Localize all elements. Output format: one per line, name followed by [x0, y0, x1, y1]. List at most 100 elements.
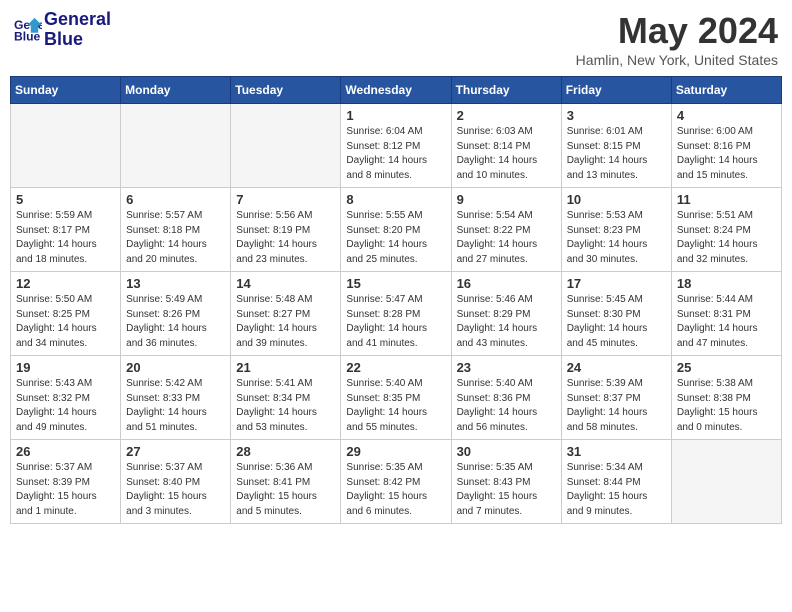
- day-number: 27: [126, 444, 225, 459]
- calendar-cell: 9 Sunrise: 5:54 AM Sunset: 8:22 PM Daylig…: [451, 188, 561, 272]
- calendar-cell: 28 Sunrise: 5:36 AM Sunset: 8:41 PM Dayli…: [231, 440, 341, 524]
- day-number: 4: [677, 108, 776, 123]
- column-header-tuesday: Tuesday: [231, 77, 341, 104]
- calendar-cell: 20Sunrise: 5:42 AM Sunset: 8:33 PM Dayli…: [121, 356, 231, 440]
- calendar-week-2: 5 Sunrise: 5:59 AM Sunset: 8:17 PM Daylig…: [11, 188, 782, 272]
- day-info: Sunrise: 6:01 AM Sunset: 8:15 PM Dayligh…: [567, 125, 666, 183]
- calendar-cell: 8 Sunrise: 5:55 AM Sunset: 8:20 PM Daylig…: [341, 188, 451, 272]
- day-info: Sunrise: 5:35 AM Sunset: 8:43 PM Dayligh…: [457, 461, 556, 519]
- day-info: Sunrise: 5:40 AM Sunset: 8:36 PM Dayligh…: [457, 377, 556, 435]
- calendar-cell: [231, 104, 341, 188]
- calendar-cell: 21 Sunrise: 5:41 AM Sunset: 8:34 PM Dayli…: [231, 356, 341, 440]
- day-info: Sunrise: 5:42 AM Sunset: 8:33 PM Dayligh…: [126, 377, 225, 435]
- day-info: Sunrise: 5:50 AM Sunset: 8:25 PM Dayligh…: [16, 293, 115, 351]
- calendar-cell: 16 Sunrise: 5:46 AM Sunset: 8:29 PM Dayli…: [451, 272, 561, 356]
- day-number: 29: [346, 444, 445, 459]
- logo: General Blue General Blue: [14, 10, 111, 50]
- calendar-cell: 1 Sunrise: 6:04 AM Sunset: 8:12 PM Daylig…: [341, 104, 451, 188]
- logo-text: General Blue: [44, 10, 111, 50]
- calendar-cell: 4 Sunrise: 6:00 AM Sunset: 8:16 PM Daylig…: [671, 104, 781, 188]
- day-number: 7: [236, 192, 335, 207]
- day-info: Sunrise: 5:39 AM Sunset: 8:37 PM Dayligh…: [567, 377, 666, 435]
- calendar-cell: 10Sunrise: 5:53 AM Sunset: 8:23 PM Dayli…: [561, 188, 671, 272]
- day-number: 9: [457, 192, 556, 207]
- day-info: Sunrise: 5:46 AM Sunset: 8:29 PM Dayligh…: [457, 293, 556, 351]
- day-info: Sunrise: 5:44 AM Sunset: 8:31 PM Dayligh…: [677, 293, 776, 351]
- calendar-cell: 30 Sunrise: 5:35 AM Sunset: 8:43 PM Dayli…: [451, 440, 561, 524]
- title-area: May 2024 Hamlin, New York, United States: [576, 10, 778, 68]
- day-number: 17: [567, 276, 666, 291]
- calendar-cell: 25Sunrise: 5:38 AM Sunset: 8:38 PM Dayli…: [671, 356, 781, 440]
- calendar-cell: [121, 104, 231, 188]
- month-title: May 2024: [576, 10, 778, 52]
- day-info: Sunrise: 6:00 AM Sunset: 8:16 PM Dayligh…: [677, 125, 776, 183]
- day-info: Sunrise: 5:34 AM Sunset: 8:44 PM Dayligh…: [567, 461, 666, 519]
- calendar-cell: 29 Sunrise: 5:35 AM Sunset: 8:42 PM Dayli…: [341, 440, 451, 524]
- calendar-cell: 7 Sunrise: 5:56 AM Sunset: 8:19 PM Daylig…: [231, 188, 341, 272]
- day-number: 19: [16, 360, 115, 375]
- calendar-cell: 14Sunrise: 5:48 AM Sunset: 8:27 PM Dayli…: [231, 272, 341, 356]
- day-number: 16: [457, 276, 556, 291]
- day-info: Sunrise: 6:04 AM Sunset: 8:12 PM Dayligh…: [346, 125, 445, 183]
- column-header-sunday: Sunday: [11, 77, 121, 104]
- day-number: 14: [236, 276, 335, 291]
- day-number: 3: [567, 108, 666, 123]
- day-number: 12: [16, 276, 115, 291]
- day-info: Sunrise: 5:49 AM Sunset: 8:26 PM Dayligh…: [126, 293, 225, 351]
- day-number: 21: [236, 360, 335, 375]
- calendar-cell: 24Sunrise: 5:39 AM Sunset: 8:37 PM Dayli…: [561, 356, 671, 440]
- day-info: Sunrise: 5:56 AM Sunset: 8:19 PM Dayligh…: [236, 209, 335, 267]
- day-info: Sunrise: 5:43 AM Sunset: 8:32 PM Dayligh…: [16, 377, 115, 435]
- calendar-week-5: 26 Sunrise: 5:37 AM Sunset: 8:39 PM Dayli…: [11, 440, 782, 524]
- calendar-cell: 12 Sunrise: 5:50 AM Sunset: 8:25 PM Dayli…: [11, 272, 121, 356]
- calendar-cell: 23 Sunrise: 5:40 AM Sunset: 8:36 PM Dayli…: [451, 356, 561, 440]
- day-info: Sunrise: 5:47 AM Sunset: 8:28 PM Dayligh…: [346, 293, 445, 351]
- day-info: Sunrise: 5:55 AM Sunset: 8:20 PM Dayligh…: [346, 209, 445, 267]
- calendar-week-4: 19 Sunrise: 5:43 AM Sunset: 8:32 PM Dayli…: [11, 356, 782, 440]
- day-number: 23: [457, 360, 556, 375]
- day-info: Sunrise: 5:59 AM Sunset: 8:17 PM Dayligh…: [16, 209, 115, 267]
- day-number: 1: [346, 108, 445, 123]
- day-number: 30: [457, 444, 556, 459]
- day-info: Sunrise: 5:36 AM Sunset: 8:41 PM Dayligh…: [236, 461, 335, 519]
- calendar-cell: 18 Sunrise: 5:44 AM Sunset: 8:31 PM Dayli…: [671, 272, 781, 356]
- day-number: 15: [346, 276, 445, 291]
- day-info: Sunrise: 5:45 AM Sunset: 8:30 PM Dayligh…: [567, 293, 666, 351]
- calendar-week-1: 1 Sunrise: 6:04 AM Sunset: 8:12 PM Daylig…: [11, 104, 782, 188]
- day-info: Sunrise: 5:37 AM Sunset: 8:39 PM Dayligh…: [16, 461, 115, 519]
- day-number: 5: [16, 192, 115, 207]
- day-info: Sunrise: 5:54 AM Sunset: 8:22 PM Dayligh…: [457, 209, 556, 267]
- calendar-cell: [671, 440, 781, 524]
- day-info: Sunrise: 5:35 AM Sunset: 8:42 PM Dayligh…: [346, 461, 445, 519]
- day-number: 10: [567, 192, 666, 207]
- day-number: 26: [16, 444, 115, 459]
- calendar-cell: 26 Sunrise: 5:37 AM Sunset: 8:39 PM Dayli…: [11, 440, 121, 524]
- day-info: Sunrise: 6:03 AM Sunset: 8:14 PM Dayligh…: [457, 125, 556, 183]
- calendar-cell: 2 Sunrise: 6:03 AM Sunset: 8:14 PM Daylig…: [451, 104, 561, 188]
- column-header-wednesday: Wednesday: [341, 77, 451, 104]
- day-number: 31: [567, 444, 666, 459]
- day-number: 11: [677, 192, 776, 207]
- day-number: 8: [346, 192, 445, 207]
- day-info: Sunrise: 5:37 AM Sunset: 8:40 PM Dayligh…: [126, 461, 225, 519]
- calendar-cell: 22Sunrise: 5:40 AM Sunset: 8:35 PM Dayli…: [341, 356, 451, 440]
- calendar-cell: 15 Sunrise: 5:47 AM Sunset: 8:28 PM Dayli…: [341, 272, 451, 356]
- calendar-cell: 31 Sunrise: 5:34 AM Sunset: 8:44 PM Dayli…: [561, 440, 671, 524]
- calendar-cell: 3 Sunrise: 6:01 AM Sunset: 8:15 PM Daylig…: [561, 104, 671, 188]
- day-number: 2: [457, 108, 556, 123]
- header: General Blue General Blue May 2024 Hamli…: [10, 10, 782, 68]
- logo-icon: General Blue: [14, 16, 42, 44]
- column-header-friday: Friday: [561, 77, 671, 104]
- calendar-cell: 11Sunrise: 5:51 AM Sunset: 8:24 PM Dayli…: [671, 188, 781, 272]
- day-info: Sunrise: 5:40 AM Sunset: 8:35 PM Dayligh…: [346, 377, 445, 435]
- location-title: Hamlin, New York, United States: [576, 52, 778, 68]
- calendar-cell: 5 Sunrise: 5:59 AM Sunset: 8:17 PM Daylig…: [11, 188, 121, 272]
- calendar-header-row: SundayMondayTuesdayWednesdayThursdayFrid…: [11, 77, 782, 104]
- day-number: 13: [126, 276, 225, 291]
- day-number: 18: [677, 276, 776, 291]
- day-info: Sunrise: 5:41 AM Sunset: 8:34 PM Dayligh…: [236, 377, 335, 435]
- column-header-thursday: Thursday: [451, 77, 561, 104]
- day-info: Sunrise: 5:57 AM Sunset: 8:18 PM Dayligh…: [126, 209, 225, 267]
- day-info: Sunrise: 5:38 AM Sunset: 8:38 PM Dayligh…: [677, 377, 776, 435]
- day-number: 28: [236, 444, 335, 459]
